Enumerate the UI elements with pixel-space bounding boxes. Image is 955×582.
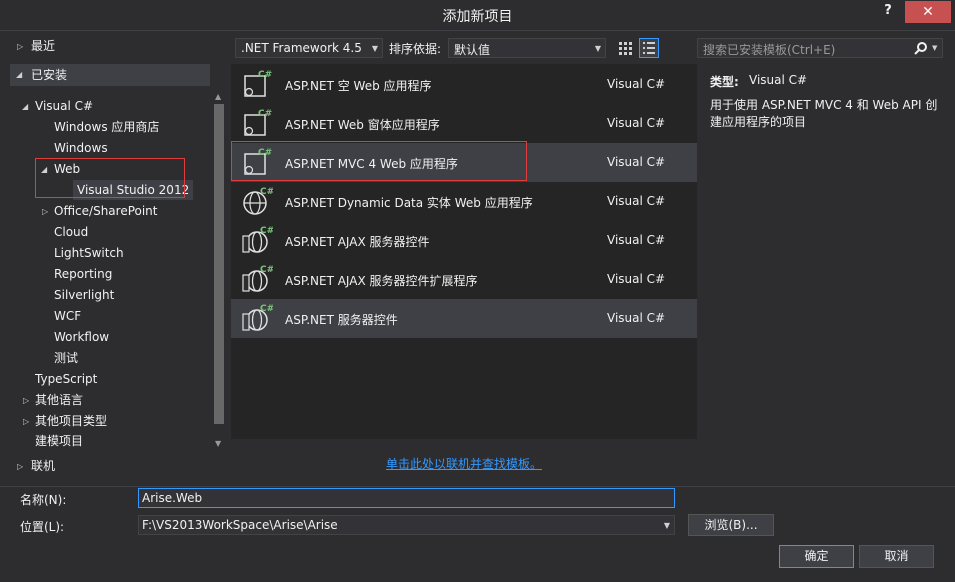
framework-select-value: .NET Framework 4.5 bbox=[241, 41, 362, 55]
tree-scrollbar-thumb[interactable] bbox=[214, 104, 224, 424]
browse-button[interactable]: 浏览(B)... bbox=[688, 514, 774, 536]
template-name: ASP.NET AJAX 服务器控件 bbox=[285, 235, 430, 249]
template-language: Visual C# bbox=[607, 155, 666, 169]
template-list: C# ASP.NET 空 Web 应用程序 Visual C# C# ASP.N… bbox=[231, 64, 697, 439]
globe-server-icon: C# bbox=[242, 265, 273, 292]
template-name: ASP.NET Web 窗体应用程序 bbox=[285, 118, 440, 132]
chevron-down-icon: ▼ bbox=[594, 44, 601, 53]
description-text: 用于使用 ASP.NET MVC 4 和 Web API 创建应用程序的项目 bbox=[710, 98, 938, 129]
tree-item-installed[interactable]: 已安装 bbox=[31, 65, 67, 85]
template-row[interactable]: C# ASP.NET AJAX 服务器控件 Visual C# bbox=[231, 221, 697, 260]
tree-item-recent[interactable]: 最近 bbox=[31, 36, 55, 56]
template-language: Visual C# bbox=[607, 194, 666, 208]
collapse-arrow-icon[interactable]: ◢ bbox=[22, 102, 28, 111]
template-name: ASP.NET AJAX 服务器控件扩展程序 bbox=[285, 274, 478, 288]
tree-item-windows[interactable]: Windows bbox=[54, 138, 108, 158]
template-language: Visual C# bbox=[607, 77, 666, 91]
sort-select[interactable]: 默认值 ▼ bbox=[448, 38, 606, 58]
tree-item-modeling-projects[interactable]: 建模项目 bbox=[35, 431, 83, 451]
svg-text:C#: C# bbox=[258, 109, 272, 119]
list-view-button[interactable] bbox=[639, 38, 659, 58]
tree-item-workflow[interactable]: Workflow bbox=[54, 327, 109, 347]
tree-item-typescript[interactable]: TypeScript bbox=[35, 369, 97, 389]
online-templates-link[interactable]: 单击此处以联机并查找模板。 bbox=[231, 455, 697, 472]
web-app-icon: C# bbox=[244, 70, 272, 97]
location-combobox[interactable]: F:\VS2013WorkSpace\Arise\Arise ▼ bbox=[138, 515, 675, 535]
chevron-down-icon: ▼ bbox=[371, 44, 378, 53]
cancel-button[interactable]: 取消 bbox=[859, 545, 934, 568]
tree-item-wcf[interactable]: WCF bbox=[54, 306, 81, 326]
template-row[interactable]: C# ASP.NET Web 窗体应用程序 Visual C# bbox=[231, 104, 697, 143]
tree-item-silverlight[interactable]: Silverlight bbox=[54, 285, 114, 305]
svg-text:C#: C# bbox=[260, 226, 273, 236]
help-button[interactable]: ? bbox=[877, 3, 899, 23]
highlight-box-web bbox=[35, 158, 185, 198]
expand-arrow-icon[interactable]: ▷ bbox=[42, 207, 48, 216]
tree-item-other-languages[interactable]: 其他语言 bbox=[35, 390, 83, 410]
tree-item-cloud[interactable]: Cloud bbox=[54, 222, 88, 242]
template-language: Visual C# bbox=[607, 272, 666, 286]
svg-text:C#: C# bbox=[260, 265, 273, 275]
tree-item-lightswitch[interactable]: LightSwitch bbox=[54, 243, 124, 263]
globe-server-icon: C# bbox=[242, 304, 273, 331]
tree-item-visual-csharp[interactable]: Visual C# bbox=[35, 96, 93, 116]
ok-button[interactable]: 确定 bbox=[779, 545, 854, 568]
globe-server-icon: C# bbox=[242, 226, 273, 253]
tree-item-reporting[interactable]: Reporting bbox=[54, 264, 112, 284]
template-name: ASP.NET 空 Web 应用程序 bbox=[285, 79, 432, 93]
name-input[interactable]: Arise.Web bbox=[138, 488, 675, 508]
chevron-down-icon: ▼ bbox=[663, 521, 670, 530]
framework-select[interactable]: .NET Framework 4.5 ▼ bbox=[235, 38, 383, 58]
tree-item-online[interactable]: 联机 bbox=[31, 456, 55, 476]
search-icon bbox=[914, 42, 927, 55]
chevron-down-icon: ▼ bbox=[932, 44, 938, 52]
svg-text:C#: C# bbox=[260, 187, 273, 197]
scroll-up-icon[interactable]: ▲ bbox=[215, 92, 221, 101]
highlight-box-mvc bbox=[231, 141, 527, 181]
expand-arrow-icon[interactable]: ▷ bbox=[23, 396, 29, 405]
location-label: 位置(L): bbox=[20, 520, 65, 534]
expand-arrow-icon[interactable]: ▷ bbox=[23, 417, 29, 426]
description-type-value: Visual C# bbox=[749, 73, 808, 87]
web-app-icon: C# bbox=[244, 109, 272, 136]
template-row[interactable]: C# ASP.NET AJAX 服务器控件扩展程序 Visual C# bbox=[231, 260, 697, 299]
location-value: F:\VS2013WorkSpace\Arise\Arise bbox=[142, 518, 338, 532]
template-language: Visual C# bbox=[607, 233, 666, 247]
tree-item-windows-store[interactable]: Windows 应用商店 bbox=[54, 117, 159, 137]
name-input-value: Arise.Web bbox=[142, 491, 203, 505]
template-language: Visual C# bbox=[607, 116, 666, 130]
sort-select-value: 默认值 bbox=[454, 43, 491, 57]
divider bbox=[0, 486, 955, 487]
tree-item-office-sharepoint[interactable]: Office/SharePoint bbox=[54, 201, 158, 221]
window-title: 添加新项目 bbox=[442, 9, 513, 25]
template-row[interactable]: C# ASP.NET 空 Web 应用程序 Visual C# bbox=[231, 65, 697, 104]
globe-icon: C# bbox=[243, 187, 273, 215]
scroll-down-icon[interactable]: ▼ bbox=[215, 439, 221, 448]
template-language: Visual C# bbox=[607, 311, 666, 325]
description-type-label: 类型: bbox=[710, 75, 739, 89]
search-input[interactable]: 搜索已安装模板(Ctrl+E) ▼ bbox=[697, 38, 943, 58]
collapse-arrow-icon[interactable]: ◢ bbox=[16, 70, 22, 79]
template-row[interactable]: C# ASP.NET 服务器控件 Visual C# bbox=[231, 299, 697, 338]
template-name: ASP.NET Dynamic Data 实体 Web 应用程序 bbox=[285, 196, 533, 210]
tree-item-test[interactable]: 测试 bbox=[54, 348, 78, 368]
grid-view-icon bbox=[619, 42, 632, 55]
grid-view-button[interactable] bbox=[615, 38, 635, 58]
svg-text:C#: C# bbox=[260, 304, 273, 314]
expand-arrow-icon[interactable]: ▷ bbox=[17, 42, 23, 51]
sort-label: 排序依据: bbox=[389, 42, 442, 56]
tree-item-other-project-types[interactable]: 其他项目类型 bbox=[35, 411, 107, 431]
template-name: ASP.NET 服务器控件 bbox=[285, 313, 398, 327]
name-label: 名称(N): bbox=[20, 493, 67, 507]
search-placeholder: 搜索已安装模板(Ctrl+E) bbox=[703, 43, 836, 57]
close-button[interactable]: ✕ bbox=[905, 1, 951, 23]
list-view-icon bbox=[643, 42, 655, 54]
expand-arrow-icon[interactable]: ▷ bbox=[17, 462, 23, 471]
svg-text:C#: C# bbox=[258, 70, 272, 80]
template-row[interactable]: C# ASP.NET Dynamic Data 实体 Web 应用程序 Visu… bbox=[231, 182, 697, 221]
